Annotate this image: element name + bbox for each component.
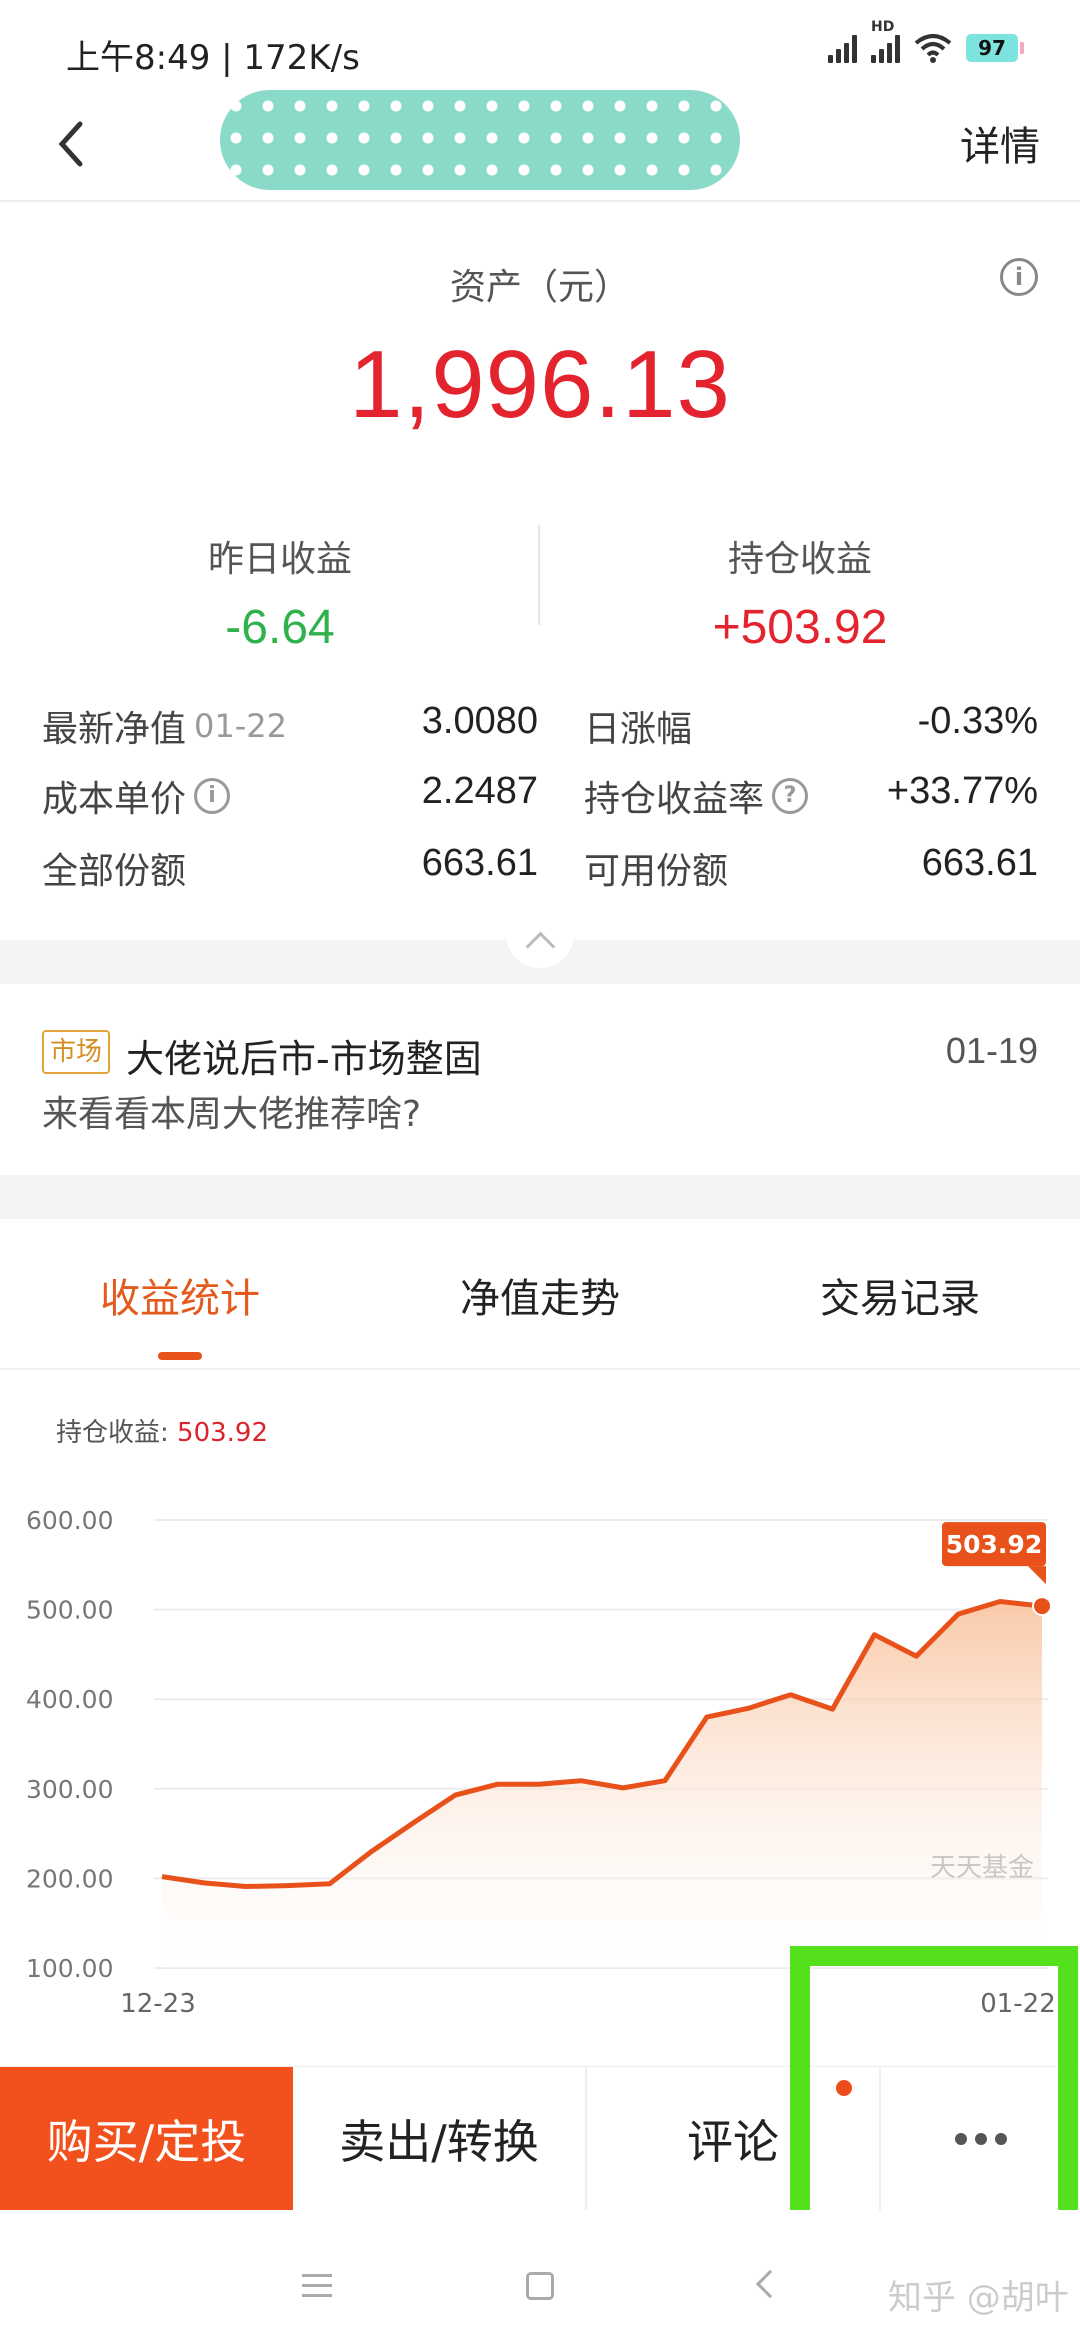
wifi-icon bbox=[914, 34, 952, 63]
rate-value: +33.77% bbox=[886, 770, 1038, 812]
nav-label-row: 最新净值 01-22 bbox=[42, 700, 287, 752]
status-time: 上午8:49 | 172K/s bbox=[66, 38, 360, 78]
tab-bar: 收益统计 净值走势 交易记录 bbox=[0, 1218, 1080, 1370]
y-tick-label: 500.00 bbox=[26, 1596, 113, 1625]
battery-icon: 97 bbox=[966, 34, 1024, 62]
signal-icon bbox=[828, 33, 857, 63]
nav-value: 3.0080 bbox=[421, 700, 538, 742]
help-icon[interactable]: ? bbox=[772, 778, 809, 814]
nav-date: 01-22 bbox=[194, 707, 287, 745]
holding-earnings: 持仓收益 +503.92 bbox=[530, 530, 1070, 655]
y-tick-label: 600.00 bbox=[26, 1506, 113, 1535]
daily-label: 日涨幅 bbox=[584, 709, 693, 750]
tab-earnings[interactable]: 收益统计 bbox=[0, 1218, 360, 1368]
chart-caption-value: 503.92 bbox=[177, 1418, 269, 1448]
y-tick-label: 100.00 bbox=[26, 1954, 113, 1983]
shares-label: 全部份额 bbox=[42, 851, 187, 892]
daily-value: -0.33% bbox=[917, 700, 1038, 742]
chart-caption-label: 持仓收益: bbox=[56, 1418, 169, 1448]
last-point bbox=[1032, 1596, 1052, 1617]
asset-value: 1,996.13 bbox=[349, 331, 731, 438]
section-gap bbox=[0, 1175, 1080, 1219]
info-icon[interactable]: i bbox=[1000, 258, 1038, 296]
news-subtitle[interactable]: 来看看本周大佬推荐啥? bbox=[42, 1085, 421, 1137]
nav-label: 最新净值 bbox=[42, 709, 187, 750]
menu-icon[interactable] bbox=[302, 2274, 332, 2304]
obscured-title bbox=[220, 90, 740, 190]
x-start-label: 12-23 bbox=[120, 1989, 196, 2019]
yesterday-label: 昨日收益 bbox=[207, 539, 352, 580]
news-tag: 市场 bbox=[42, 1030, 111, 1074]
y-tick-label: 300.00 bbox=[26, 1775, 113, 1804]
asset-label: 资产（元） bbox=[449, 267, 630, 308]
signal-hd-icon: HD bbox=[871, 19, 900, 63]
hd-label: HD bbox=[871, 19, 895, 35]
y-tick-label: 400.00 bbox=[26, 1685, 113, 1714]
avail-label: 可用份额 bbox=[584, 851, 729, 892]
shares-value: 663.61 bbox=[421, 842, 538, 884]
buy-button[interactable]: 购买/定投 bbox=[0, 2067, 293, 2210]
news-title[interactable]: 大佬说后市-市场整固 bbox=[126, 1028, 482, 1083]
cost-label-row: 成本单价 i bbox=[42, 770, 231, 822]
tooltip-pointer bbox=[1028, 1566, 1046, 1585]
chart-watermark: 天天基金 bbox=[930, 1853, 1034, 1883]
back-button[interactable] bbox=[40, 110, 110, 180]
news-date: 01-19 bbox=[945, 1030, 1038, 1071]
rate-label-row: 持仓收益率 ? bbox=[584, 770, 809, 822]
info-icon[interactable]: i bbox=[194, 778, 231, 814]
chart-caption: 持仓收益: 503.92 bbox=[56, 1412, 268, 1449]
home-icon[interactable] bbox=[526, 2272, 554, 2300]
detail-button[interactable]: 详情 bbox=[960, 114, 1040, 172]
yesterday-earnings: 昨日收益 -6.64 bbox=[10, 530, 550, 655]
last-value-label: 503.92 bbox=[946, 1530, 1042, 1559]
rate-label: 持仓收益率 bbox=[584, 779, 765, 820]
cost-label: 成本单价 bbox=[42, 779, 187, 820]
avail-value: 663.61 bbox=[921, 842, 1038, 884]
nav-bar: 详情 bbox=[0, 90, 1080, 202]
status-icons: HD 97 bbox=[828, 19, 1024, 68]
sell-button[interactable]: 卖出/转换 bbox=[293, 2067, 587, 2210]
holding-label: 持仓收益 bbox=[727, 539, 872, 580]
footer-watermark: 知乎 @胡叶 bbox=[888, 2278, 1069, 2318]
back-icon[interactable] bbox=[755, 2269, 785, 2299]
holding-value: +503.92 bbox=[712, 601, 888, 654]
y-tick-label: 200.00 bbox=[26, 1864, 113, 1893]
cost-value: 2.2487 bbox=[421, 770, 538, 812]
tab-transactions[interactable]: 交易记录 bbox=[720, 1218, 1080, 1368]
yesterday-value: -6.64 bbox=[225, 601, 335, 654]
status-bar: 上午8:49 | 172K/s HD 97 bbox=[0, 0, 1080, 90]
tab-nav-trend[interactable]: 净值走势 bbox=[360, 1218, 720, 1368]
